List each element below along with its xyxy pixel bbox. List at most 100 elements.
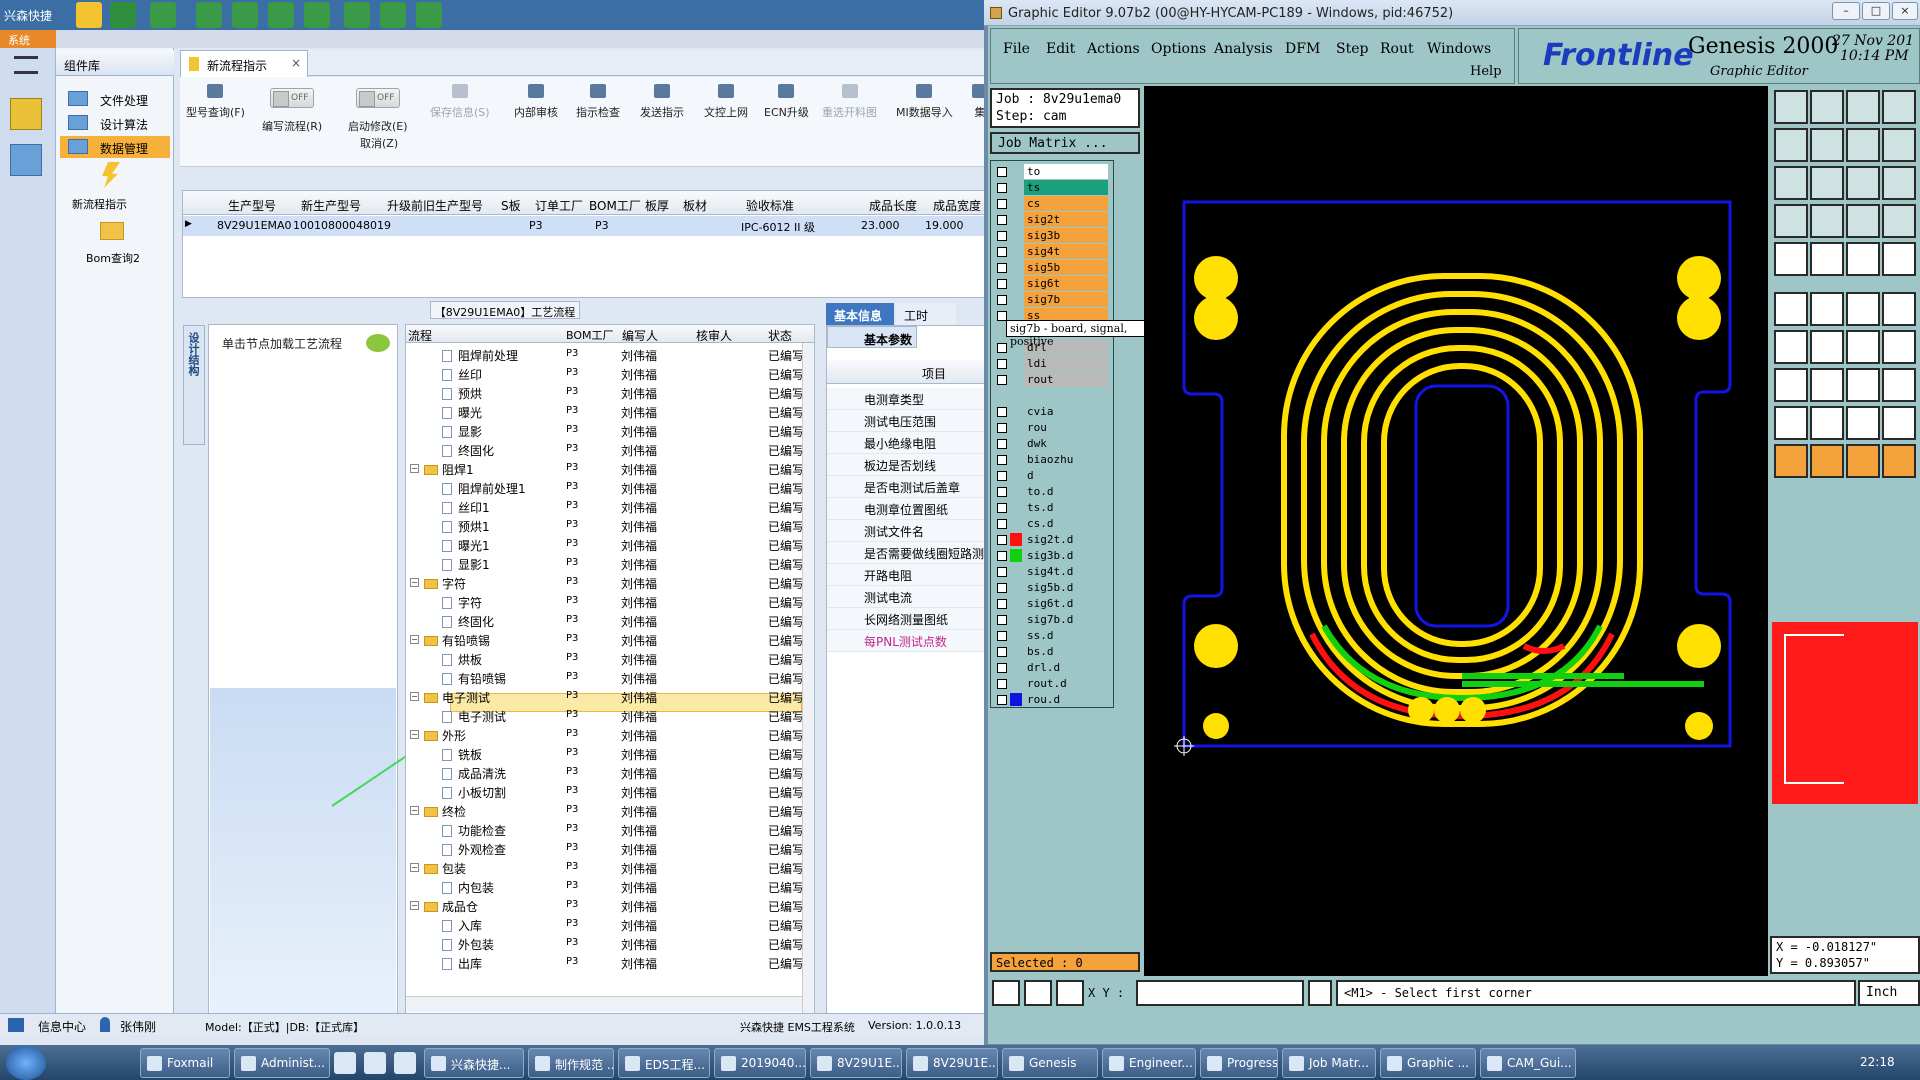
layer-row[interactable]: biaozhu	[994, 452, 1110, 467]
tree-node-label[interactable]: 外观检查	[442, 841, 506, 858]
info-row[interactable]: 最小绝缘电阻	[827, 432, 991, 454]
maximize-button[interactable]: □	[1862, 2, 1890, 20]
layer-checkbox[interactable]	[997, 263, 1007, 273]
taskbar-button[interactable]: EDS工程...	[618, 1048, 710, 1078]
menu-help[interactable]: Help	[1470, 64, 1502, 79]
layer-name[interactable]: bs.d	[1024, 644, 1108, 659]
monitor-icon[interactable]	[416, 2, 442, 28]
menu-rout[interactable]: Rout	[1380, 41, 1414, 57]
graphic-canvas[interactable]	[1144, 86, 1768, 976]
tree-row[interactable]: 内包装 P3 刘伟福 已编写	[406, 877, 804, 896]
layer-row[interactable]: ss.d	[994, 628, 1110, 643]
triangle-icon[interactable]	[1774, 406, 1808, 440]
layer-name[interactable]: cvia	[1024, 404, 1108, 419]
tree-node-label[interactable]: 字符	[442, 594, 482, 611]
layer-checkbox[interactable]	[997, 247, 1007, 257]
rotate-icon[interactable]	[1882, 292, 1916, 326]
grid-header-cell[interactable]: 成品宽度	[933, 197, 981, 214]
layer-name[interactable]: sig5b	[1024, 260, 1108, 275]
layer-checkbox[interactable]	[997, 551, 1007, 561]
layer-row[interactable]: rout.d	[994, 676, 1110, 691]
angle-icon[interactable]	[1774, 330, 1808, 364]
tree-header-cell[interactable]: 状态	[768, 327, 792, 344]
tree-row[interactable]: 曝光1 P3 刘伟福 已编写	[406, 535, 804, 554]
expand-icon[interactable]: −	[410, 730, 419, 739]
layer-row[interactable]: dwk	[994, 436, 1110, 451]
tree-row[interactable]: 外包装 P3 刘伟福 已编写	[406, 934, 804, 953]
tree-row[interactable]: 电子测试 P3 刘伟福 已编写	[406, 706, 804, 725]
taskbar-button[interactable]: 8V29U1E...	[810, 1048, 902, 1078]
menu-edit[interactable]: Edit	[1046, 41, 1075, 57]
info-row[interactable]: 开路电阻	[827, 564, 991, 586]
info-row[interactable]: 电测章类型	[827, 388, 991, 410]
center-icon[interactable]	[1810, 166, 1844, 200]
arch-icon[interactable]	[1846, 406, 1880, 440]
grid-icon[interactable]	[1810, 204, 1844, 238]
internal-review-button[interactable]: 内部审核	[514, 84, 558, 120]
pointer-icon[interactable]	[1774, 444, 1808, 478]
info-row[interactable]: 每PNL测试点数	[827, 630, 991, 652]
layer-row[interactable]: sig3b.d	[994, 548, 1110, 563]
keyboard-icon[interactable]	[1846, 242, 1880, 276]
measure-icon[interactable]	[1774, 204, 1808, 238]
tree-node-label[interactable]: 有铅喷锡	[424, 632, 490, 649]
tree-node-label[interactable]: 电子测试	[442, 708, 506, 725]
tree-node-label[interactable]: 铣板	[442, 746, 482, 763]
tree-node-label[interactable]: 曝光	[442, 404, 482, 421]
grid-cell[interactable]: P3	[595, 219, 609, 232]
tree-node-label[interactable]: 烘板	[442, 651, 482, 668]
tree-row[interactable]: 成品清洗 P3 刘伟福 已编写	[406, 763, 804, 782]
save-icon[interactable]	[1810, 90, 1844, 124]
tree-row[interactable]: 出库 P3 刘伟福 已编写	[406, 953, 804, 972]
layer-row[interactable]: sig3b	[994, 228, 1110, 243]
layer-name[interactable]: sig7b.d	[1024, 612, 1108, 627]
expand-icon[interactable]: −	[410, 464, 419, 473]
taskbar-button[interactable]: Genesis	[1002, 1048, 1098, 1078]
layer-checkbox[interactable]	[997, 663, 1007, 673]
layer-name[interactable]: to.d	[1024, 484, 1108, 499]
layer-row[interactable]: cvia	[994, 404, 1110, 419]
tree-node-label[interactable]: 显影1	[442, 556, 490, 573]
copy-icon[interactable]	[1846, 128, 1880, 162]
tree-node-label[interactable]: 终检	[424, 803, 466, 820]
write-flow-button[interactable]: 编写流程(R)	[262, 118, 322, 134]
tab-new-flow[interactable]: 新流程指示 ×	[180, 50, 308, 77]
tree-node-label[interactable]: 显影	[442, 423, 482, 440]
tree-row[interactable]: 铣板 P3 刘伟福 已编写	[406, 744, 804, 763]
tree-row[interactable]: − 终检 P3 刘伟福 已编写	[406, 801, 804, 820]
tree-node-label[interactable]: 内包装	[442, 879, 494, 896]
tree-row[interactable]: 小板切割 P3 刘伟福 已编写	[406, 782, 804, 801]
layer-checkbox[interactable]	[997, 647, 1007, 657]
help-icon[interactable]	[1882, 166, 1916, 200]
copy2-icon[interactable]	[1882, 368, 1916, 402]
layer-checkbox[interactable]	[997, 423, 1007, 433]
grid-header-cell[interactable]: 订单工厂	[535, 197, 583, 214]
layer-row[interactable]: sig2t.d	[994, 532, 1110, 547]
circle-icon[interactable]	[1882, 242, 1916, 276]
layer-checkbox[interactable]	[997, 679, 1007, 689]
arc-icon[interactable]	[1846, 330, 1880, 364]
tree-row[interactable]: 功能检查 P3 刘伟福 已编写	[406, 820, 804, 839]
taskbar-button[interactable]: Foxmail	[140, 1048, 230, 1078]
open-icon[interactable]	[1774, 90, 1808, 124]
layer-checkbox[interactable]	[997, 343, 1007, 353]
spline-icon[interactable]	[1882, 330, 1916, 364]
model-query-button[interactable]: 型号查询(F)	[186, 84, 245, 120]
layer-checkbox[interactable]	[997, 375, 1007, 385]
tree-node-label[interactable]: 外包装	[442, 936, 494, 953]
scale-icon[interactable]	[1846, 166, 1880, 200]
send-instruction-button[interactable]: 发送指示	[640, 84, 684, 120]
arch2-icon[interactable]	[1882, 406, 1916, 440]
expand-icon[interactable]: −	[410, 692, 419, 701]
tree-row[interactable]: 显影 P3 刘伟福 已编写	[406, 421, 804, 440]
xy-input[interactable]	[1136, 980, 1304, 1006]
start-edit-toggle[interactable]: OFF	[356, 88, 400, 108]
layer-checkbox[interactable]	[997, 519, 1007, 529]
tools-icon[interactable]	[10, 144, 42, 176]
layer-checkbox[interactable]	[997, 183, 1007, 193]
tree-row[interactable]: − 成品仓 P3 刘伟福 已编写	[406, 896, 804, 915]
lasso-icon[interactable]	[1846, 444, 1880, 478]
delete-icon[interactable]	[1810, 292, 1844, 326]
tree-vertical-scrollbar[interactable]	[802, 343, 814, 1015]
start-edit-button[interactable]: 启动修改(E)	[348, 118, 408, 134]
